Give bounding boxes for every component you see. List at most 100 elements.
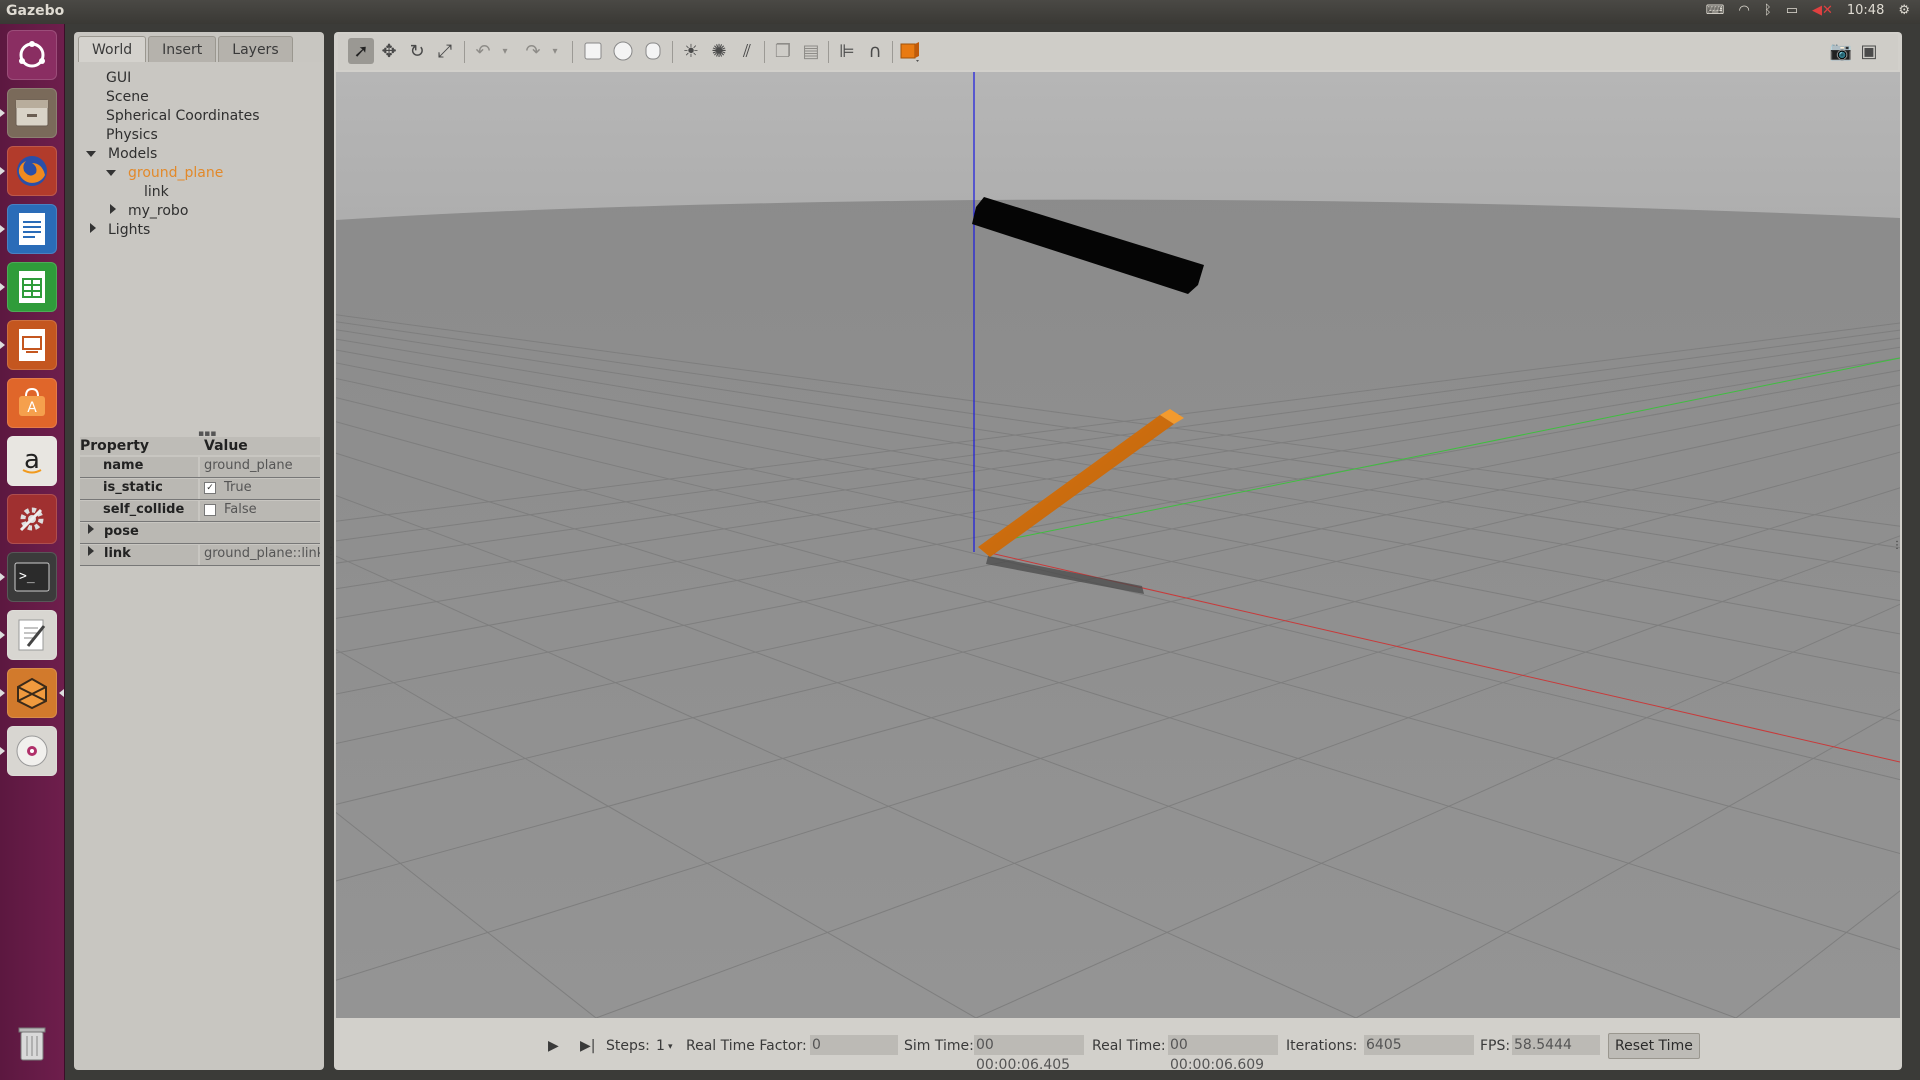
header-value: Value: [200, 437, 320, 455]
expand-arrow-icon[interactable]: [106, 170, 116, 176]
tree-item-gui[interactable]: GUI: [106, 70, 131, 86]
clock[interactable]: 10:48: [1847, 3, 1884, 18]
property-row-name[interactable]: name ground_plane: [80, 457, 320, 478]
tree-item-scene[interactable]: Scene: [106, 89, 149, 105]
libreoffice-impress-icon[interactable]: [0, 320, 57, 370]
paste-icon[interactable]: ▤: [798, 38, 824, 64]
sphere-shape-icon[interactable]: [610, 38, 636, 64]
gazebo-icon[interactable]: [0, 668, 64, 718]
fps-label: FPS:: [1480, 1038, 1511, 1054]
point-light-icon[interactable]: ☀: [678, 38, 704, 64]
trash-icon[interactable]: [7, 1018, 57, 1068]
expand-arrow-icon[interactable]: [88, 546, 94, 556]
steps-value[interactable]: 1: [656, 1038, 665, 1054]
rtf-label: Real Time Factor:: [686, 1038, 807, 1054]
dvd-icon[interactable]: [0, 726, 57, 776]
expand-arrow-icon[interactable]: [88, 524, 94, 534]
property-label: pose: [88, 523, 139, 543]
select-mode-icon[interactable]: ➚: [348, 38, 374, 64]
tree-item-link[interactable]: link: [144, 184, 169, 200]
volume-muted-icon[interactable]: ◀✕: [1812, 3, 1833, 18]
directional-light-icon[interactable]: ⫽: [734, 38, 760, 64]
collapse-arrow-icon[interactable]: [90, 223, 96, 233]
property-label: name: [80, 457, 198, 477]
tree-item-label: Physics: [106, 127, 158, 143]
right-panel-handle[interactable]: ⋮: [1892, 540, 1900, 551]
tab-world[interactable]: World: [78, 36, 147, 63]
cylinder-shape-icon[interactable]: [640, 38, 666, 64]
ubuntu-software-icon[interactable]: A: [7, 378, 57, 428]
scene-render[interactable]: [336, 72, 1900, 1018]
redo-dropdown-icon[interactable]: ▾: [542, 38, 568, 64]
property-row-link[interactable]: link ground_plane::link: [80, 545, 320, 566]
tab-insert[interactable]: Insert: [148, 36, 217, 63]
tree-item-label: Models: [108, 146, 158, 162]
checkbox-checked-icon[interactable]: ✓: [204, 481, 216, 494]
tree-item-label: GUI: [106, 70, 132, 86]
tree-item-physics[interactable]: Physics: [106, 127, 158, 143]
tree-item-my-robo[interactable]: my_robo: [110, 203, 188, 219]
rtf-field: 0: [810, 1035, 898, 1055]
copy-icon[interactable]: ❐: [770, 38, 796, 64]
property-value: ground_plane::link: [200, 545, 320, 565]
rotate-mode-icon[interactable]: ↻: [404, 38, 430, 64]
property-row-self-collide[interactable]: self_collide False: [80, 501, 320, 522]
system-settings-icon[interactable]: [7, 494, 57, 544]
files-icon[interactable]: [0, 88, 57, 138]
steps-dropdown-icon[interactable]: ▾: [668, 1042, 673, 1052]
real-time-label: Real Time:: [1092, 1038, 1166, 1054]
sim-time-field: 00 00:00:06.405: [974, 1035, 1084, 1073]
property-value: ground_plane: [200, 457, 320, 477]
iterations-field: 6405: [1364, 1035, 1474, 1055]
snap-icon[interactable]: ∩: [862, 38, 888, 64]
box-shape-icon[interactable]: [580, 38, 606, 64]
libreoffice-calc-icon[interactable]: [0, 262, 57, 312]
window-title: Gazebo: [6, 3, 65, 19]
toolbar: ➚ ✥ ↻ ⤢ ↶ ▾ ↷ ▾ ☀ ✺ ⫽ ❐ ▤ ⊫ ∩ 📷 ▣: [338, 34, 1898, 70]
tab-layers[interactable]: Layers: [218, 36, 293, 63]
spot-light-icon[interactable]: ✺: [706, 38, 732, 64]
svg-text:A: A: [27, 400, 37, 416]
tree-item-label: Spherical Coordinates: [106, 108, 260, 124]
property-value: ✓ True: [200, 479, 320, 499]
sky: [336, 72, 1900, 220]
wifi-icon[interactable]: ◠: [1739, 3, 1750, 18]
expand-arrow-icon[interactable]: [86, 151, 96, 157]
tree-item-label: Lights: [108, 222, 151, 238]
step-icon[interactable]: ▶|: [580, 1038, 595, 1054]
ubuntu-dash-icon[interactable]: [7, 30, 57, 80]
log-data-icon[interactable]: ▣: [1856, 38, 1882, 64]
change-view-icon[interactable]: [898, 38, 924, 64]
property-header: Property Value: [80, 437, 320, 455]
firefox-icon[interactable]: [0, 146, 57, 196]
text-editor-icon[interactable]: [0, 610, 57, 660]
translate-mode-icon[interactable]: ✥: [376, 38, 402, 64]
scale-mode-icon[interactable]: ⤢: [432, 38, 458, 64]
3d-viewport[interactable]: ⋮: [336, 72, 1900, 1018]
property-row-is-static[interactable]: is_static ✓ True: [80, 479, 320, 500]
amazon-icon[interactable]: a: [7, 436, 57, 486]
align-icon[interactable]: ⊫: [834, 38, 860, 64]
tree-item-ground-plane[interactable]: ground_plane: [106, 165, 223, 181]
keyboard-icon[interactable]: ⌨: [1706, 3, 1725, 18]
battery-icon[interactable]: ▭: [1786, 3, 1798, 18]
tree-item-lights[interactable]: Lights: [90, 222, 150, 238]
tree-item-models[interactable]: Models: [86, 146, 157, 162]
play-icon[interactable]: ▶: [548, 1038, 559, 1054]
terminal-icon[interactable]: >_: [0, 552, 57, 602]
reset-time-button[interactable]: Reset Time: [1608, 1033, 1700, 1059]
ground-plane[interactable]: [336, 72, 1900, 1018]
undo-dropdown-icon[interactable]: ▾: [492, 38, 518, 64]
property-row-pose[interactable]: pose: [80, 523, 320, 544]
tree-item-spherical-coordinates[interactable]: Spherical Coordinates: [106, 108, 260, 124]
bluetooth-icon[interactable]: ᛒ: [1764, 3, 1772, 18]
settings-gear-icon[interactable]: ⚙: [1898, 3, 1910, 18]
collapse-arrow-icon[interactable]: [110, 204, 116, 214]
libreoffice-writer-icon[interactable]: [0, 204, 57, 254]
world-tree: GUI Scene Spherical Coordinates Physics …: [78, 62, 324, 437]
checkbox-unchecked-icon[interactable]: [204, 503, 216, 516]
screenshot-camera-icon[interactable]: 📷: [1828, 38, 1854, 64]
property-value: False: [200, 501, 320, 521]
property-label: is_static: [80, 479, 198, 499]
panel-tabs: World Insert Layers: [78, 36, 295, 63]
